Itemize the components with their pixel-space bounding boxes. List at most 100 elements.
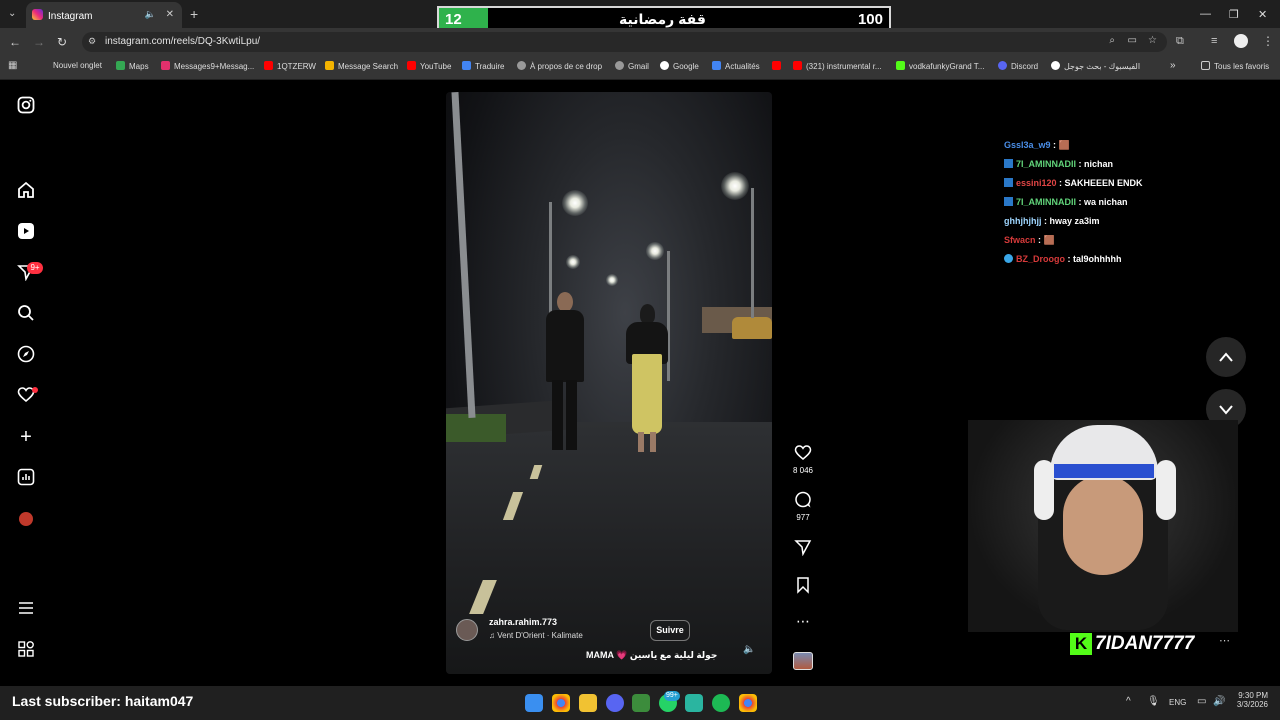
more-options-icon[interactable]: ⋯: [790, 613, 816, 630]
comment-icon[interactable]: [790, 491, 816, 514]
maximize-icon[interactable]: ❐: [1229, 8, 1239, 21]
street-light: [562, 190, 588, 216]
minimize-icon[interactable]: —: [1200, 8, 1211, 20]
bookmark-item[interactable]: Google: [660, 61, 699, 71]
chat-message: essini120 : SAKHEEEN ENDK: [1004, 178, 1143, 188]
bookmark-item[interactable]: Traduire: [462, 61, 505, 71]
bookmark-item[interactable]: vodkafunkyGrand T...: [896, 61, 984, 71]
dashboard-icon[interactable]: [16, 468, 36, 488]
street-light: [721, 172, 749, 200]
share-icon[interactable]: [790, 538, 816, 561]
reading-list-icon[interactable]: ≡: [1211, 35, 1217, 47]
bookmark-item[interactable]: Message Search: [325, 61, 398, 71]
discord-icon[interactable]: [606, 694, 624, 712]
forward-icon[interactable]: →: [33, 35, 45, 49]
bookmark-item[interactable]: Maps: [116, 61, 149, 71]
person-woman: [624, 304, 670, 464]
network-icon[interactable]: ▭: [1197, 696, 1206, 707]
tab-audio-icon[interactable]: 🔈: [145, 9, 156, 20]
bookmark-item[interactable]: YouTube: [407, 61, 451, 71]
badge-icon: [1004, 254, 1013, 263]
profile-avatar[interactable]: [1234, 34, 1248, 48]
search-icon[interactable]: [16, 304, 36, 324]
music-note-icon: ♫: [489, 631, 498, 640]
last-subscriber: Last subscriber: haitam047: [12, 693, 194, 709]
folder-icon: [1201, 61, 1210, 70]
like-icon[interactable]: [790, 444, 816, 467]
youtube-icon: [772, 61, 781, 70]
back-icon[interactable]: ←: [9, 35, 21, 49]
all-bookmarks[interactable]: Tous les favoris: [1201, 61, 1269, 71]
reel-caption[interactable]: MAMA 💗 جولة ليلية مع ياسين: [586, 650, 717, 661]
tab-search-icon[interactable]: ⌄: [8, 8, 16, 19]
parked-car: [732, 317, 772, 339]
new-tab-icon[interactable]: +: [190, 6, 198, 22]
windows-start-icon[interactable]: [525, 694, 543, 712]
headphone-icon: [1156, 460, 1176, 520]
audio-thumbnail[interactable]: [793, 652, 813, 670]
file-explorer-icon[interactable]: [579, 694, 597, 712]
app-icon[interactable]: [632, 694, 650, 712]
lamp-post: [751, 188, 754, 318]
reels-icon[interactable]: [16, 222, 36, 242]
bookmark-item[interactable]: [772, 61, 785, 71]
app-icon[interactable]: [685, 694, 703, 712]
menu-dots-icon[interactable]: ⋮: [1262, 34, 1274, 48]
bookmark-item[interactable]: Nouvel onglet: [53, 61, 102, 70]
previous-reel-button[interactable]: [1206, 337, 1246, 377]
cast-icon[interactable]: ▭: [1128, 35, 1137, 46]
youtube-icon: [407, 61, 416, 70]
tab-instagram[interactable]: Instagram 🔈 ✕: [26, 2, 182, 28]
globe-icon: [615, 61, 624, 70]
extensions-icon[interactable]: ⧉: [1176, 35, 1184, 48]
zoom-icon[interactable]: ⌕: [1109, 35, 1115, 46]
tab-close-icon[interactable]: ✕: [166, 9, 174, 20]
microphone-icon[interactable]: 🎙: [1147, 696, 1160, 707]
volume-icon[interactable]: 🔈: [743, 644, 755, 655]
chat-message: Sfwacn : 🟫: [1004, 235, 1055, 245]
more-bookmarks-icon[interactable]: »: [1170, 60, 1176, 71]
apps-icon[interactable]: ▦: [8, 60, 17, 71]
reel-video[interactable]: zahra.rahim.773 ♫ Vent D'Orient · Kalima…: [446, 92, 772, 674]
author-avatar[interactable]: [456, 619, 478, 641]
bookmark-item[interactable]: Gmail: [615, 61, 649, 71]
profile-avatar-icon[interactable]: [16, 509, 36, 529]
chrome-icon[interactable]: [739, 694, 757, 712]
more-menu-icon[interactable]: [16, 599, 36, 619]
kick-icon: [896, 61, 905, 70]
bookmark-item[interactable]: (321) instrumental r...: [793, 61, 882, 71]
audio-track[interactable]: ♫ Vent D'Orient · Kalimate: [489, 631, 583, 640]
notification-badge: 9+: [27, 262, 43, 274]
score-title: قفة رمضانية: [619, 11, 706, 27]
instagram-logo-icon[interactable]: [16, 96, 36, 116]
notification-dot: [32, 387, 38, 393]
follow-button[interactable]: Suivre: [650, 620, 690, 641]
volume-icon[interactable]: 🔊: [1213, 696, 1225, 707]
globe-icon: [517, 61, 526, 70]
author-username[interactable]: zahra.rahim.773: [489, 617, 557, 627]
bookmark-item[interactable]: Actualités: [712, 61, 760, 71]
save-icon[interactable]: [790, 576, 816, 599]
street-light: [646, 242, 664, 260]
bookmark-item[interactable]: À propos de ce drop: [517, 61, 602, 71]
also-from-meta-icon[interactable]: [16, 640, 36, 660]
site-info-icon[interactable]: ⚙: [88, 36, 96, 47]
tray-overflow-icon[interactable]: ^: [1126, 696, 1131, 707]
bookmark-item[interactable]: Discord: [998, 61, 1038, 71]
spotify-icon[interactable]: [712, 694, 730, 712]
bookmark-item[interactable]: الفيسبوك - بحث جوجل: [1051, 61, 1140, 71]
home-icon[interactable]: [16, 181, 36, 201]
language-indicator[interactable]: ENG: [1169, 698, 1186, 707]
bookmark-item[interactable]: 1QTZERW: [264, 61, 316, 71]
chat-message: ghhjhjhjj : hway za3im: [1004, 216, 1100, 226]
explore-icon[interactable]: [16, 345, 36, 365]
chrome-icon[interactable]: [552, 694, 570, 712]
bookmark-star-icon[interactable]: ☆: [1148, 35, 1157, 46]
create-icon[interactable]: +: [16, 427, 36, 447]
reload-icon[interactable]: ↻: [57, 35, 67, 49]
address-bar[interactable]: ⚙ instagram.com/reels/DQ-3KwtiLpu/ ⌕ ▭ ☆: [82, 32, 1167, 52]
bookmark-item[interactable]: Messages9+Messag...: [161, 61, 254, 71]
tab-title: Instagram: [48, 11, 93, 22]
clock[interactable]: 9:30 PM 3/3/2026: [1236, 691, 1268, 709]
window-close-icon[interactable]: ✕: [1258, 8, 1267, 21]
